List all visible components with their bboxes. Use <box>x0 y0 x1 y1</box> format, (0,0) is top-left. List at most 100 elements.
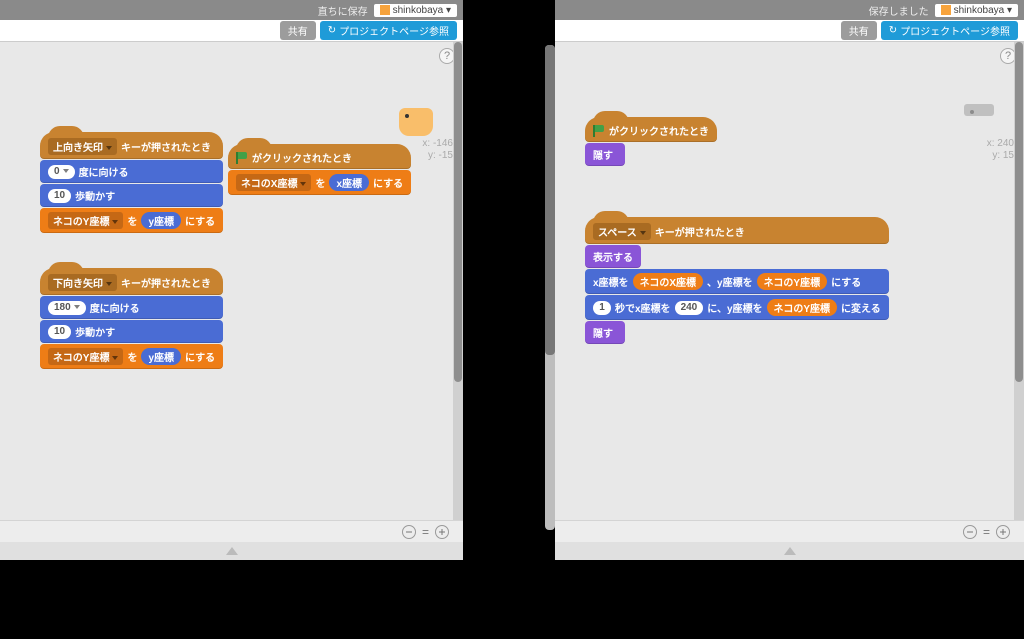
block-show[interactable]: 表示する <box>585 245 641 268</box>
save-now-link[interactable]: 直ちに保存 <box>318 3 368 18</box>
glide-x-slot[interactable]: 240 <box>675 301 704 315</box>
key-dropdown[interactable]: スペース <box>593 223 651 240</box>
green-flag-icon <box>593 125 605 137</box>
reporter-var-cat-y[interactable]: ネコのY座標 <box>767 299 837 316</box>
refresh-icon: ↻ <box>328 25 336 36</box>
set-mid-label: を <box>127 349 137 364</box>
share-button[interactable]: 共有 <box>841 21 877 40</box>
zoom-reset[interactable]: = <box>422 525 429 539</box>
direction-slot[interactable]: 0 <box>48 165 75 179</box>
var-dropdown[interactable]: ネコのY座標 <box>48 212 123 229</box>
reporter-y-position[interactable]: y座標 <box>141 348 181 365</box>
hat-when-flag-clicked[interactable]: がクリックされたとき <box>228 144 411 169</box>
reporter-var-cat-y[interactable]: ネコのY座標 <box>757 273 827 290</box>
script-canvas-right[interactable]: ? x: 240 y: 15 がクリックされたとき 隠す スペース キーが押され… <box>555 42 1024 520</box>
point-label: 度に向ける <box>79 164 129 179</box>
block-hide[interactable]: 隠す <box>585 321 625 344</box>
goto-mid-label: 、y座標を <box>707 274 753 289</box>
expand-up-icon[interactable] <box>784 547 796 555</box>
block-point-in-direction[interactable]: 180 度に向ける <box>40 296 223 319</box>
footer-left <box>0 542 463 560</box>
zoom-out-icon[interactable] <box>402 525 416 539</box>
steps-slot[interactable]: 10 <box>48 189 71 203</box>
expand-up-icon[interactable] <box>226 547 238 555</box>
zoom-in-icon[interactable] <box>996 525 1010 539</box>
coord-x: x: 240 <box>987 138 1014 150</box>
script-stack-up-arrow[interactable]: 上向き矢印 キーが押されたとき 0 度に向ける 10 歩動かす ネコのY座標 を… <box>40 132 223 234</box>
block-set-variable-x[interactable]: ネコのX座標 を x座標 にする <box>228 170 411 195</box>
flag-hat-label: がクリックされたとき <box>609 123 709 138</box>
block-glide-to-xy[interactable]: 1 秒でx座標を 240 に、y座標を ネコのY座標 に変える <box>585 295 889 320</box>
sprite-thumbnail-cat[interactable] <box>399 108 433 136</box>
coord-x: x: -146 <box>422 138 453 150</box>
scrollbar-thumb[interactable] <box>454 42 462 382</box>
hat-when-flag-clicked[interactable]: がクリックされたとき <box>585 117 717 142</box>
secondbar-left: 共有 ↻ プロジェクトページ参照 <box>0 20 463 42</box>
set-mid-label: を <box>315 175 325 190</box>
coord-y: y: 15 <box>987 150 1014 162</box>
topbar-left: 直ちに保存 shinkobaya ▾ <box>0 0 463 20</box>
refresh-icon: ↻ <box>889 25 897 36</box>
project-page-button[interactable]: ↻ プロジェクトページ参照 <box>881 21 1018 40</box>
glide-secs-slot[interactable]: 1 <box>593 301 611 315</box>
user-menu[interactable]: shinkobaya ▾ <box>935 4 1018 17</box>
hat-suffix-label: キーが押されたとき <box>121 275 211 290</box>
steps-slot[interactable]: 10 <box>48 325 71 339</box>
zoom-reset[interactable]: = <box>983 525 990 539</box>
block-set-variable[interactable]: ネコのY座標 を y座標 にする <box>40 344 223 369</box>
zoom-out-icon[interactable] <box>963 525 977 539</box>
glide-b-label: に、y座標を <box>707 300 762 315</box>
block-move-steps[interactable]: 10 歩動かす <box>40 184 223 207</box>
hat-when-key-pressed[interactable]: スペース キーが押されたとき <box>585 217 889 244</box>
direction-slot[interactable]: 180 <box>48 301 86 315</box>
block-move-steps[interactable]: 10 歩動かす <box>40 320 223 343</box>
reporter-var-cat-x[interactable]: ネコのX座標 <box>633 273 703 290</box>
point-label: 度に向ける <box>90 300 140 315</box>
key-dropdown[interactable]: 上向き矢印 <box>48 138 117 155</box>
block-set-variable[interactable]: ネコのY座標 を y座標 にする <box>40 208 223 233</box>
coord-y: y: -15 <box>422 150 453 162</box>
block-point-in-direction[interactable]: 0 度に向ける <box>40 160 223 183</box>
hat-when-key-pressed[interactable]: 上向き矢印 キーが押されたとき <box>40 132 223 159</box>
share-button[interactable]: 共有 <box>280 21 316 40</box>
zoom-bar: = <box>0 520 463 542</box>
block-hide[interactable]: 隠す <box>585 143 625 166</box>
zoom-in-icon[interactable] <box>435 525 449 539</box>
scrollbar-vertical[interactable] <box>1014 42 1024 520</box>
user-menu[interactable]: shinkobaya ▾ <box>374 4 457 17</box>
set-end-label: にする <box>373 175 403 190</box>
left-pane: 直ちに保存 shinkobaya ▾ 共有 ↻ プロジェクトページ参照 ? x:… <box>0 0 463 560</box>
username-label: shinkobaya ▾ <box>954 5 1012 16</box>
set-mid-label: を <box>127 213 137 228</box>
center-scrollbar-thumb[interactable] <box>545 45 555 355</box>
flag-hat-label: がクリックされたとき <box>252 150 352 165</box>
set-end-label: にする <box>185 349 215 364</box>
script-stack-space-key[interactable]: スペース キーが押されたとき 表示する x座標を ネコのX座標 、y座標を ネコ… <box>585 217 889 345</box>
right-pane: 保存しました shinkobaya ▾ 共有 ↻ プロジェクトページ参照 ? x… <box>555 0 1024 560</box>
sprite-thumbnail-hidden[interactable] <box>964 104 994 116</box>
script-stack-down-arrow[interactable]: 下向き矢印 キーが押されたとき 180 度に向ける 10 歩動かす ネコのY座標… <box>40 268 223 370</box>
var-dropdown[interactable]: ネコのY座標 <box>48 348 123 365</box>
project-page-button[interactable]: ↻ プロジェクトページ参照 <box>320 21 457 40</box>
scrollbar-thumb[interactable] <box>1015 42 1023 382</box>
set-end-label: にする <box>185 213 215 228</box>
glide-a-label: 秒でx座標を <box>615 300 671 315</box>
scrollbar-vertical[interactable] <box>453 42 463 520</box>
sprite-coords: x: 240 y: 15 <box>987 138 1014 162</box>
center-divider-scrollbar[interactable] <box>545 45 555 530</box>
var-dropdown[interactable]: ネコのX座標 <box>236 174 311 191</box>
key-dropdown[interactable]: 下向き矢印 <box>48 274 117 291</box>
topbar-right: 保存しました shinkobaya ▾ <box>555 0 1024 20</box>
goto-pre-label: x座標を <box>593 274 629 289</box>
script-stack-flag[interactable]: がクリックされたとき ネコのX座標 を x座標 にする <box>228 144 411 196</box>
script-canvas-left[interactable]: ? x: -146 y: -15 上向き矢印 キーが押されたとき 0 度に向ける… <box>0 42 463 520</box>
goto-end-label: にする <box>831 274 861 289</box>
script-stack-flag-hide[interactable]: がクリックされたとき 隠す <box>585 117 717 167</box>
reporter-y-position[interactable]: y座標 <box>141 212 181 229</box>
saved-label: 保存しました <box>869 3 929 18</box>
block-goto-xy[interactable]: x座標を ネコのX座標 、y座標を ネコのY座標 にする <box>585 269 889 294</box>
reporter-x-position[interactable]: x座標 <box>329 174 369 191</box>
move-label: 歩動かす <box>75 324 115 339</box>
username-label: shinkobaya ▾ <box>393 5 451 16</box>
hat-when-key-pressed[interactable]: 下向き矢印 キーが押されたとき <box>40 268 223 295</box>
